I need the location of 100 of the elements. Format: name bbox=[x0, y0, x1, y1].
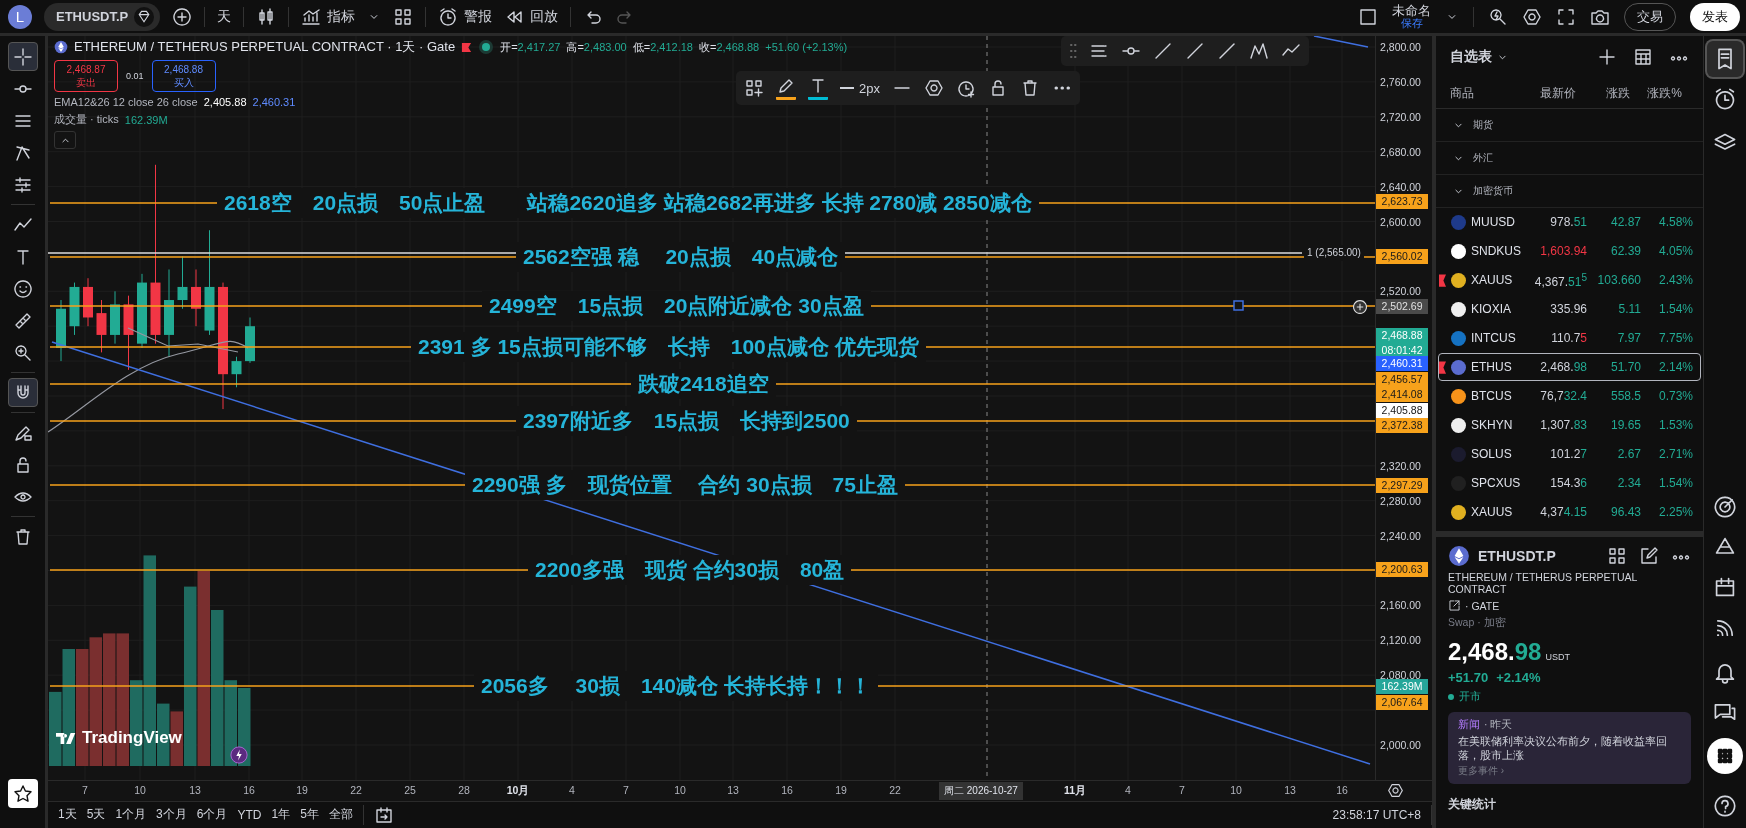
range-button[interactable]: 5年 bbox=[300, 806, 319, 824]
square-icon[interactable] bbox=[1358, 6, 1378, 27]
annotation-text: 2562空强 稳 20点损 40点减仓 bbox=[516, 242, 846, 272]
add-icon[interactable] bbox=[1597, 47, 1617, 67]
add-alert-icon[interactable] bbox=[955, 78, 976, 98]
candle bbox=[56, 299, 66, 362]
lightning-icon[interactable] bbox=[230, 746, 248, 764]
symbol-description: ETHEREUM / TETHERUS PERPETUAL CONTRACT bbox=[1448, 571, 1639, 595]
price-tag: 2,372.38 bbox=[1376, 418, 1429, 433]
last-price: 978.51 bbox=[1549, 215, 1587, 229]
flag-icon[interactable] bbox=[461, 41, 473, 53]
watchlist-row[interactable]: SKHYN 1,307.83 19.65 1.53% bbox=[1438, 411, 1701, 439]
watchlist-row[interactable]: INTCUS 110.75 7.97 7.75% bbox=[1438, 324, 1701, 352]
flag-icon[interactable] bbox=[1439, 273, 1446, 287]
time-axis-label: 10 bbox=[134, 784, 146, 796]
text-color-icon[interactable] bbox=[808, 76, 828, 100]
clock[interactable]: 23:58:17 UTC+8 bbox=[1332, 807, 1421, 822]
news-card[interactable]: 新闻 · 昨天 在美联储利率决议公布前夕，随着收益率回落，股市上涨 更多事件 › bbox=[1448, 712, 1691, 784]
watchlist-row[interactable]: KIOXIA 335.96 5.11 1.54% bbox=[1438, 295, 1701, 323]
grid-icon[interactable] bbox=[1607, 546, 1627, 566]
symbol-search-button[interactable]: ETHUSDT.P bbox=[44, 2, 161, 31]
pattern-icon[interactable] bbox=[1249, 41, 1269, 61]
fullscreen-icon[interactable] bbox=[1556, 6, 1576, 27]
range-button[interactable]: 全部 bbox=[328, 806, 353, 824]
column-header[interactable]: 涨跌% bbox=[1630, 84, 1682, 102]
settings-icon[interactable] bbox=[923, 78, 944, 98]
layout-name-button[interactable]: 未命名 保存 bbox=[1392, 4, 1431, 29]
watchlist-row[interactable]: BTCUS 76,732.4 558.5 0.73% bbox=[1438, 382, 1701, 410]
quick-search-icon[interactable] bbox=[1488, 6, 1508, 27]
indicator-label[interactable]: 成交量 · ticks bbox=[54, 112, 119, 127]
time-axis-label: 28 bbox=[458, 784, 470, 796]
line-width-button[interactable]: 2px bbox=[840, 80, 880, 96]
diagonal-line-icon[interactable] bbox=[1217, 41, 1237, 61]
last-price: 101.27 bbox=[1549, 447, 1587, 461]
segment-icon[interactable] bbox=[1153, 41, 1173, 61]
column-header[interactable]: 最新价 bbox=[1512, 84, 1576, 102]
watchlist-panel-button[interactable] bbox=[1707, 41, 1743, 77]
symbol-name[interactable]: ETHUSDT.P bbox=[1478, 548, 1556, 564]
watchlist-row[interactable]: SOLUS 101.27 2.67 2.71% bbox=[1438, 440, 1701, 468]
watchlist-row[interactable]: MUUSD 978.51 42.87 4.58% bbox=[1438, 208, 1701, 236]
anchor-handle[interactable] bbox=[1233, 300, 1244, 311]
candle bbox=[231, 356, 242, 388]
user-avatar[interactable]: L bbox=[8, 4, 32, 29]
watchlist-row[interactable]: XAUUS 4,367.51$^{5}$ 103.660 2.43% bbox=[1438, 266, 1701, 294]
settings-icon[interactable] bbox=[1522, 6, 1542, 27]
symbol-name: BTCUS bbox=[1471, 389, 1513, 403]
indicator-label[interactable]: EMA12&26 12 close 26 close bbox=[54, 96, 198, 108]
star-icon bbox=[12, 783, 33, 804]
magnet-tool-button[interactable] bbox=[7, 378, 38, 407]
target-icon bbox=[1713, 495, 1737, 519]
watchlist-row[interactable]: XAUUS 4,374.15 96.43 2.25% bbox=[1438, 498, 1701, 526]
percent-change: 1.54% bbox=[1657, 476, 1693, 490]
sell-button[interactable]: 2,468.87 卖出 bbox=[54, 60, 118, 92]
crosshair-tool-button[interactable] bbox=[7, 42, 38, 71]
price-change: 2.67 bbox=[1616, 447, 1641, 461]
time-axis-label: 16 bbox=[1336, 784, 1348, 796]
watchlist-title[interactable]: 自选表 bbox=[1450, 48, 1509, 66]
range-button[interactable]: 6个月 bbox=[196, 806, 228, 824]
group-name[interactable]: 外汇 bbox=[1473, 151, 1493, 165]
buy-button[interactable]: 2,468.88 买入 bbox=[151, 60, 216, 92]
price-axis-label: 2,680.00 bbox=[1380, 144, 1421, 160]
settings-icon[interactable] bbox=[1387, 782, 1404, 799]
more-events-link[interactable]: 更多事件 › bbox=[1458, 764, 1681, 778]
range-button[interactable]: 1年 bbox=[271, 806, 291, 824]
watchlist-row[interactable]: ETHUS 2,468.98 51.70 2.14% bbox=[1438, 353, 1701, 381]
time-axis-label: 22 bbox=[889, 784, 901, 796]
range-button[interactable]: 5天 bbox=[86, 806, 106, 824]
watchlist-row[interactable]: SPCXUS 154.36 2.34 1.54% bbox=[1438, 469, 1701, 497]
add-template-icon[interactable] bbox=[744, 78, 764, 98]
table-icon[interactable] bbox=[1633, 47, 1653, 67]
grid-panel-button[interactable] bbox=[1707, 738, 1743, 774]
external-link-icon[interactable] bbox=[1448, 599, 1461, 612]
ethereum-icon bbox=[1448, 545, 1470, 567]
flag-icon[interactable] bbox=[1439, 360, 1446, 374]
edit-icon[interactable] bbox=[1639, 546, 1659, 566]
group-name[interactable]: 期货 bbox=[1473, 118, 1493, 132]
price-change: 103.660 bbox=[1596, 273, 1641, 287]
price-tag: 2,067.64 bbox=[1376, 695, 1429, 710]
smiley-icon bbox=[12, 278, 33, 299]
range-button[interactable]: 3个月 bbox=[156, 806, 187, 824]
news-headline[interactable]: 在美联储利率决议公布前夕，随着收益率回落，股市上涨 bbox=[1458, 734, 1681, 762]
range-button[interactable]: 1天 bbox=[58, 806, 77, 824]
interval-button[interactable]: 天 bbox=[217, 7, 232, 26]
calendar-goto-icon[interactable] bbox=[373, 804, 394, 825]
watchlist-row[interactable]: SNDKUS 1,603.94 62.39 4.05% bbox=[1438, 237, 1701, 265]
replay-button[interactable]: 回放 bbox=[504, 6, 559, 27]
price-change: 558.5 bbox=[1609, 389, 1641, 403]
grid-icon[interactable] bbox=[393, 6, 414, 27]
add-icon[interactable] bbox=[172, 6, 193, 27]
column-header[interactable]: 涨跌 bbox=[1576, 84, 1630, 102]
indicators-button[interactable]: 指标 bbox=[301, 6, 356, 27]
range-button[interactable]: 1个月 bbox=[115, 806, 147, 824]
range-button[interactable]: YTD bbox=[237, 807, 262, 822]
group-name[interactable]: 加密货币 bbox=[1473, 184, 1513, 198]
ray-icon[interactable] bbox=[1185, 41, 1205, 61]
drag-handle-icon[interactable] bbox=[1069, 43, 1077, 59]
publish-button[interactable]: 发表 bbox=[1690, 2, 1740, 31]
favorites-button[interactable] bbox=[7, 779, 38, 808]
alert-button[interactable]: 警报 bbox=[438, 6, 493, 27]
column-header[interactable]: 商品 bbox=[1450, 84, 1512, 102]
